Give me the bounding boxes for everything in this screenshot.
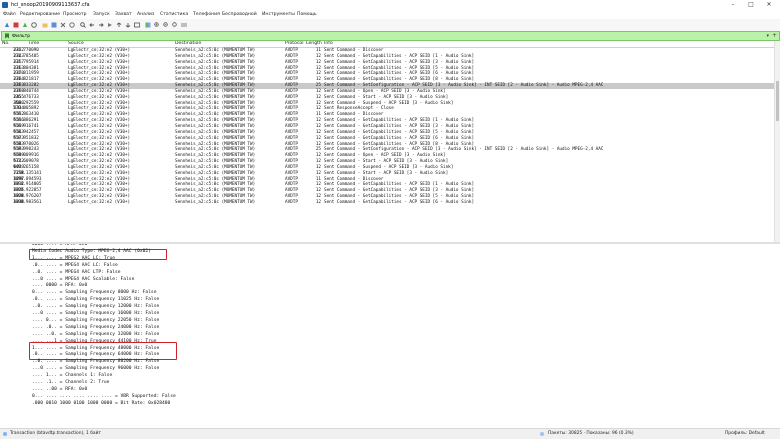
column-info[interactable]: Info <box>324 41 333 47</box>
detail-line[interactable]: .... 0... = Sampling Frequency 22050 Hz:… <box>32 318 159 325</box>
status-bar: Transaction (btavdtp.transaction), 1 бай… <box>0 428 780 439</box>
menu-analyze[interactable]: Анализ <box>137 11 154 18</box>
open-file-icon[interactable] <box>42 22 48 28</box>
zoom-out-icon[interactable] <box>163 22 169 28</box>
detail-line[interactable]: .... ..00 = RFA: 0x0 <box>32 387 87 394</box>
detail-line[interactable]: .0.. .... = MPEG4 AAC LC: False <box>32 263 118 270</box>
capture-status-icon <box>540 432 544 436</box>
packet-details: 0000 .... = RFA: 0x0 Media Codec Audio Ty… <box>0 244 780 426</box>
detail-line[interactable]: Media Codec Audio Type: MPEG-2,4 AAC (0x… <box>32 249 151 256</box>
display-filter-bar: ▾ + <box>1 31 780 41</box>
minimize-button[interactable]: – <box>724 0 742 10</box>
first-packet-icon[interactable] <box>116 22 122 28</box>
go-to-packet-icon[interactable] <box>107 22 113 28</box>
packet-destination: Sennheis_a2:c5:0c (MOMENTUM TW) <box>175 199 256 205</box>
menu-telephony[interactable]: Телефония <box>193 11 220 18</box>
column-protocol[interactable]: Protocol <box>285 41 304 47</box>
detail-line[interactable]: .000 0010 1000 0100 1000 0000 = Bit Rate… <box>32 401 170 408</box>
packet-list-header: No. Time Source Destination Protocol Len… <box>0 41 780 48</box>
menu-edit[interactable]: Редактирование <box>20 11 60 18</box>
capture-options-icon[interactable] <box>31 22 37 28</box>
window-title: hci_snoop20190909113637.cfa <box>11 2 90 8</box>
save-file-icon[interactable] <box>51 22 57 28</box>
packet-row[interactable]: 8338 1898.983561 LgElectr_ce:32:e2 (V30+) S… <box>0 200 780 206</box>
packet-info: Sent Command - GetCapabilities - ACP SEI… <box>324 199 475 205</box>
column-no[interactable]: No. <box>2 41 10 47</box>
menu-capture[interactable]: Захват <box>115 11 132 18</box>
menu-tools[interactable]: Инструменты <box>262 11 295 18</box>
menu-statistics[interactable]: Статистика <box>160 11 188 18</box>
add-filter-button[interactable]: + <box>772 32 777 40</box>
detail-line[interactable]: 1... .... = MPEG2 AAC LC: True <box>32 256 115 263</box>
column-destination[interactable]: Destination <box>175 41 201 47</box>
menu-file[interactable]: Файл <box>3 11 16 18</box>
detail-line[interactable]: 0... .... .... .... .... .... = VBR Supp… <box>32 394 176 401</box>
go-back-icon[interactable] <box>89 22 95 28</box>
detail-line[interactable]: .... ...1 = Sampling Frequency 44100 Hz:… <box>32 339 156 346</box>
start-capture-icon[interactable] <box>4 22 10 28</box>
find-packet-icon[interactable] <box>80 22 86 28</box>
normal-size-icon[interactable] <box>172 22 178 28</box>
detail-line[interactable]: ...0 .... = Sampling Frequency 16000 Hz:… <box>32 311 159 318</box>
packet-list: No. Time Source Destination Protocol Len… <box>0 41 780 242</box>
packet-list-scrollbar[interactable] <box>774 41 780 242</box>
column-length[interactable]: Length <box>306 41 322 47</box>
autoscroll-icon[interactable] <box>134 22 140 28</box>
detail-line[interactable]: .... ..0. = Sampling Frequency 32000 Hz:… <box>32 332 159 339</box>
detail-line[interactable]: ..0. .... = MPEG4 AAC LTP: False <box>32 270 121 277</box>
packet-length: 12 <box>315 199 321 205</box>
detail-line[interactable]: ..0. .... = Sampling Frequency 12000 Hz:… <box>32 304 159 311</box>
filter-dropdown-icon[interactable]: ▾ <box>766 32 769 40</box>
packet-time: 1898.983561 <box>13 199 42 205</box>
stop-capture-icon[interactable] <box>13 22 19 28</box>
reload-file-icon[interactable] <box>69 22 75 28</box>
detail-line[interactable]: .... .1.. = Channels 2: True <box>32 380 109 387</box>
bookmark-icon[interactable] <box>4 33 10 39</box>
menu-help[interactable]: Помощь <box>297 11 317 18</box>
menu-view[interactable]: Просмотр <box>63 11 87 18</box>
wireshark-app-icon <box>2 2 8 8</box>
close-file-icon[interactable] <box>60 22 66 28</box>
detail-line[interactable]: .... 1... = Channels 1: False <box>32 373 112 380</box>
detail-line[interactable]: .... .0.. = Sampling Frequency 24000 Hz:… <box>32 325 159 332</box>
packet-rows: 2332 331.770090 LgElectr_ce:32:e2 (V30+) Se… <box>0 48 780 206</box>
maximize-button[interactable]: □ <box>742 0 760 10</box>
last-packet-icon[interactable] <box>125 22 131 28</box>
resize-columns-icon[interactable] <box>181 22 187 28</box>
zoom-in-icon[interactable] <box>154 22 160 28</box>
go-forward-icon[interactable] <box>98 22 104 28</box>
menu-wireless[interactable]: Беспроводной <box>222 11 257 18</box>
display-filter-input[interactable] <box>12 32 732 40</box>
menu-go[interactable]: Запуск <box>93 11 110 18</box>
column-source[interactable]: Source <box>68 41 84 47</box>
scrollbar-thumb[interactable] <box>776 81 779 121</box>
column-time[interactable]: Time <box>28 41 39 47</box>
close-button[interactable]: ✕ <box>760 0 778 10</box>
packet-source: LgElectr_ce:32:e2 (V30+) <box>68 199 131 205</box>
colorize-icon[interactable] <box>145 22 151 28</box>
expert-info-icon[interactable] <box>3 432 7 436</box>
packet-protocol: AVDTP <box>285 199 298 205</box>
restart-capture-icon[interactable] <box>22 22 28 28</box>
